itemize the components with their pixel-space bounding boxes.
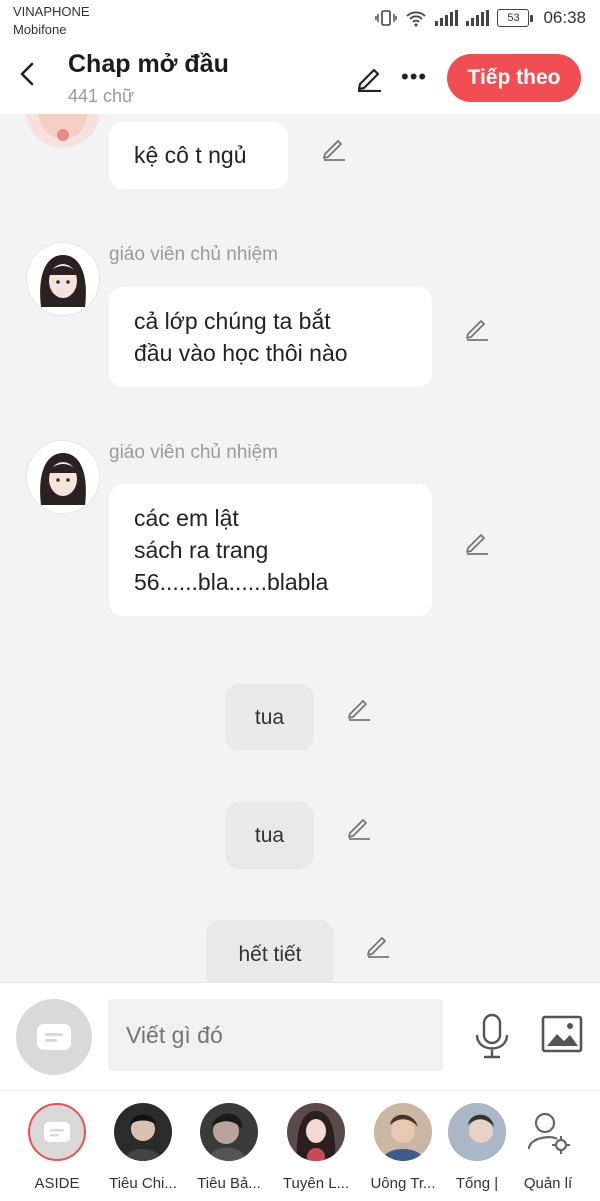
more-options-icon[interactable]: ••• bbox=[401, 64, 427, 90]
character-aside[interactable]: ASIDE bbox=[17, 1103, 97, 1192]
message-line: các em lật bbox=[134, 505, 239, 531]
character-name: Tiêu Bả... bbox=[197, 1175, 261, 1192]
narration-bubble[interactable]: tua bbox=[225, 802, 314, 869]
character-name: Tuyên L... bbox=[282, 1175, 350, 1192]
battery-indicator: 53 bbox=[497, 9, 534, 27]
edit-message-icon[interactable] bbox=[320, 134, 348, 162]
next-button[interactable]: Tiếp theo bbox=[447, 54, 581, 102]
message-input[interactable] bbox=[108, 999, 443, 1071]
character-item[interactable]: Tiêu Chi... bbox=[103, 1103, 183, 1192]
character-name: Tống | bbox=[455, 1175, 499, 1192]
microphone-icon[interactable] bbox=[472, 1013, 512, 1059]
message-line: đầu vào học thôi nào bbox=[134, 340, 348, 366]
edit-narration-icon[interactable] bbox=[345, 813, 373, 841]
message-bubble[interactable]: các em lật sách ra trang 56......bla....… bbox=[109, 484, 432, 616]
avatar bbox=[200, 1103, 258, 1161]
message-line: sách ra trang bbox=[134, 537, 269, 563]
sender-name: giáo viên chủ nhiệm bbox=[109, 244, 278, 265]
chat-bubble-icon bbox=[37, 1024, 71, 1050]
message-line: 56......bla......blabla bbox=[134, 569, 329, 595]
chapter-title: Chap mở đầu bbox=[68, 50, 229, 78]
message-line: cả lớp chúng ta bắt bbox=[134, 308, 331, 334]
wifi-icon bbox=[406, 11, 427, 27]
avatar bbox=[519, 1103, 577, 1161]
message-text: kệ cô t ngủ bbox=[134, 142, 247, 168]
edit-message-icon[interactable] bbox=[463, 314, 491, 342]
narration-bubble[interactable]: hết tiết bbox=[206, 920, 334, 982]
avatar bbox=[374, 1103, 432, 1161]
user-settings-icon bbox=[527, 1112, 570, 1154]
edit-narration-icon[interactable] bbox=[364, 931, 392, 959]
character-name: Tiêu Chi... bbox=[109, 1175, 177, 1192]
avatar[interactable] bbox=[26, 440, 100, 514]
chapter-header: Chap mở đầu 441 chữ ••• Tiếp theo bbox=[0, 42, 600, 114]
avatar[interactable] bbox=[26, 114, 100, 148]
avatar bbox=[448, 1103, 506, 1161]
edit-message-icon[interactable] bbox=[463, 528, 491, 556]
character-item[interactable]: Tuyên L... bbox=[276, 1103, 356, 1192]
message-bubble[interactable]: kệ cô t ngủ bbox=[109, 122, 288, 189]
avatar[interactable] bbox=[26, 242, 100, 316]
narration-bubble[interactable]: tua bbox=[225, 684, 314, 751]
image-icon[interactable] bbox=[541, 1015, 583, 1053]
vibrate-icon bbox=[375, 10, 398, 26]
clock: 06:38 bbox=[543, 8, 586, 27]
character-selector: ASIDE Tiêu Chi... Tiêu Bả... Tuyên L... … bbox=[0, 1090, 600, 1201]
character-name: Uông Tr... bbox=[370, 1175, 436, 1192]
character-item[interactable]: Tiêu Bả... bbox=[189, 1103, 269, 1192]
sender-name: giáo viên chủ nhiệm bbox=[109, 442, 278, 463]
carrier-primary: VINAPHONE bbox=[13, 4, 90, 19]
manage-characters-button[interactable]: Quản lí bbox=[508, 1103, 588, 1192]
word-count: 441 chữ bbox=[68, 86, 135, 106]
character-item[interactable]: Tống | bbox=[442, 1103, 512, 1192]
aside-toggle-button[interactable] bbox=[16, 999, 92, 1075]
edit-title-icon[interactable] bbox=[354, 62, 384, 92]
avatar bbox=[114, 1103, 172, 1161]
avatar bbox=[287, 1103, 345, 1161]
character-name: Quản lí bbox=[523, 1175, 573, 1192]
character-name: ASIDE bbox=[34, 1175, 80, 1192]
edit-narration-icon[interactable] bbox=[345, 694, 373, 722]
avatar bbox=[28, 1103, 86, 1161]
carrier-secondary: Mobifone bbox=[13, 22, 67, 37]
status-bar: VINAPHONE Mobifone 53 06:38 bbox=[0, 0, 600, 42]
message-bubble[interactable]: cả lớp chúng ta bắt đầu vào học thôi nào bbox=[109, 287, 432, 387]
back-arrow-icon[interactable] bbox=[14, 60, 42, 88]
chat-area[interactable]: kệ cô t ngủ giáo viên chủ nhiệm cả lớp c… bbox=[0, 114, 600, 982]
status-icons: 53 06:38 bbox=[375, 8, 586, 28]
signal-icon bbox=[435, 10, 459, 26]
signal-icon-2 bbox=[466, 10, 490, 26]
composer-bar bbox=[0, 982, 600, 1091]
chat-bubble-icon bbox=[44, 1122, 70, 1142]
character-item[interactable]: Uông Tr... bbox=[363, 1103, 443, 1192]
